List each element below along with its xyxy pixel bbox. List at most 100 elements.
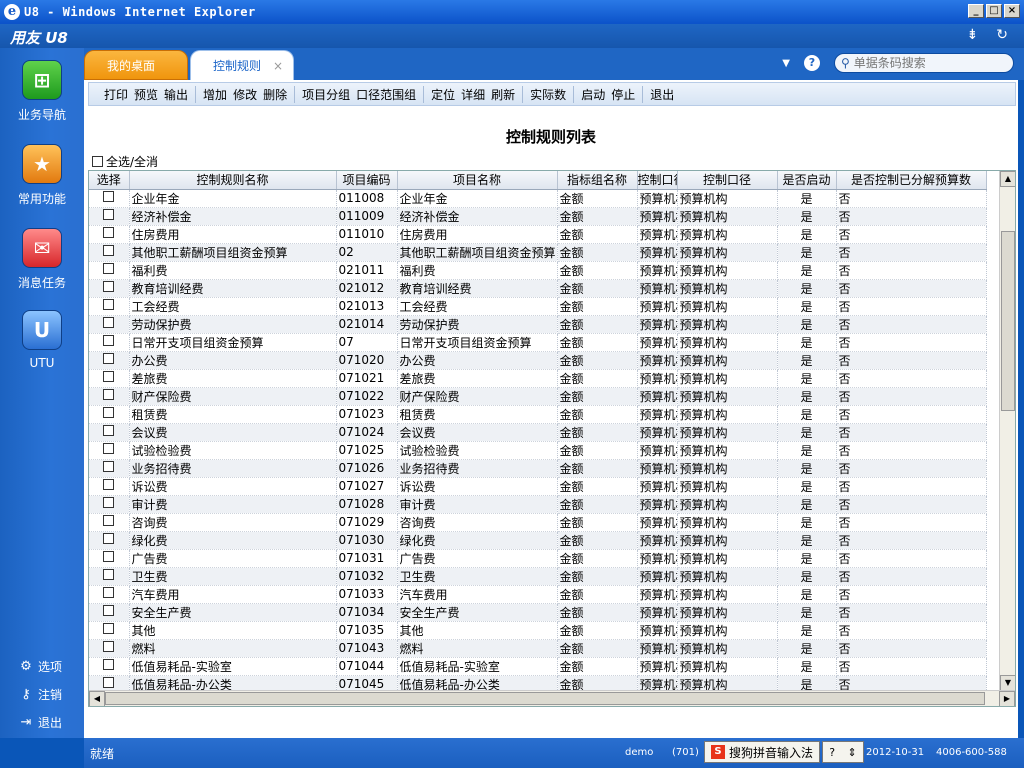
toolbar-button[interactable]: 停止 bbox=[611, 86, 635, 103]
row-checkbox[interactable] bbox=[103, 497, 115, 508]
row-checkbox[interactable] bbox=[103, 299, 115, 310]
sidebar-item-utu[interactable]: U UTU bbox=[0, 310, 84, 370]
close-tab-icon[interactable]: × bbox=[273, 51, 283, 81]
row-checkbox[interactable] bbox=[103, 461, 115, 472]
toolbar-button[interactable]: 增加 bbox=[203, 86, 227, 103]
column-header[interactable]: 控制规则名称 bbox=[129, 171, 337, 190]
column-header[interactable]: 是否控制已分解预算数 bbox=[836, 171, 987, 190]
table-row[interactable]: 劳动保护费021014劳动保护费金额预算机构预算机构是否 bbox=[89, 315, 987, 334]
row-checkbox[interactable] bbox=[103, 587, 115, 598]
column-header[interactable]: 指标组名称 bbox=[557, 171, 638, 190]
sidebar-item-common-functions[interactable]: ★ 常用功能 bbox=[0, 144, 84, 207]
table-row[interactable]: 工会经费021013工会经费金额预算机构预算机构是否 bbox=[89, 297, 987, 316]
vertical-scrollbar[interactable]: ▲ ▼ bbox=[999, 171, 1015, 691]
row-checkbox[interactable] bbox=[103, 371, 115, 382]
row-checkbox[interactable] bbox=[103, 533, 115, 544]
toolbar-button[interactable]: 退出 bbox=[650, 86, 674, 103]
maximize-button[interactable]: □ bbox=[986, 4, 1002, 18]
ime-indicator[interactable]: S 搜狗拼音输入法 bbox=[704, 741, 821, 763]
help-icon[interactable]: ? bbox=[829, 746, 835, 759]
scroll-left-icon[interactable]: ◀ bbox=[89, 691, 105, 706]
spin-arrows-icon[interactable]: ⇕ bbox=[848, 746, 857, 759]
table-row[interactable]: 业务招待费071026业务招待费金额预算机构预算机构是否 bbox=[89, 459, 987, 478]
row-checkbox[interactable] bbox=[103, 353, 115, 364]
table-row[interactable]: 低值易耗品-实验室071044低值易耗品-实验室金额预算机构预算机构是否 bbox=[89, 657, 987, 676]
row-checkbox[interactable] bbox=[103, 659, 115, 670]
sidebar-item-business-nav[interactable]: ⊞ 业务导航 bbox=[0, 60, 84, 123]
exit-button[interactable]: ⇥ 退出 bbox=[18, 714, 62, 731]
select-all-checkbox[interactable]: 全选/全消 bbox=[92, 153, 158, 170]
table-row[interactable]: 其他071035其他金额预算机构预算机构是否 bbox=[89, 621, 987, 640]
table-row[interactable]: 咨询费071029咨询费金额预算机构预算机构是否 bbox=[89, 513, 987, 532]
table-row[interactable]: 卫生费071032卫生费金额预算机构预算机构是否 bbox=[89, 567, 987, 586]
minimize-button[interactable]: _ bbox=[968, 4, 984, 18]
scroll-thumb[interactable] bbox=[1001, 231, 1015, 411]
checkbox[interactable] bbox=[92, 156, 103, 167]
table-row[interactable]: 燃料071043燃料金额预算机构预算机构是否 bbox=[89, 639, 987, 658]
row-checkbox[interactable] bbox=[103, 317, 115, 328]
table-row[interactable]: 试验检验费071025试验检验费金额预算机构预算机构是否 bbox=[89, 441, 987, 460]
table-row[interactable]: 办公费071020办公费金额预算机构预算机构是否 bbox=[89, 351, 987, 370]
toolbar-button[interactable]: 启动 bbox=[581, 86, 605, 103]
horizontal-scrollbar[interactable]: ◀ ▶ bbox=[89, 690, 1015, 706]
toolbar-button[interactable]: 预览 bbox=[134, 86, 158, 103]
tab-control-rules[interactable]: 控制规则 × bbox=[190, 50, 294, 80]
row-checkbox[interactable] bbox=[103, 641, 115, 652]
toolbar-button[interactable]: 修改 bbox=[233, 86, 257, 103]
row-checkbox[interactable] bbox=[103, 407, 115, 418]
scroll-up-icon[interactable]: ▲ bbox=[1000, 171, 1015, 187]
options-button[interactable]: ⚙ 选项 bbox=[18, 658, 62, 675]
tab-dropdown-icon[interactable]: ▼ bbox=[782, 58, 790, 69]
row-checkbox[interactable] bbox=[103, 623, 115, 634]
table-row[interactable]: 日常开支项目组资金预算07日常开支项目组资金预算金额预算机构预算机构是否 bbox=[89, 333, 987, 352]
barcode-search[interactable]: ⚲ bbox=[834, 53, 1014, 73]
toolbar-button[interactable]: 口径范围组 bbox=[356, 86, 416, 103]
tab-my-desktop[interactable]: 我的桌面 bbox=[84, 50, 188, 80]
table-row[interactable]: 汽车费用071033汽车费用金额预算机构预算机构是否 bbox=[89, 585, 987, 604]
table-row[interactable]: 租赁费071023租赁费金额预算机构预算机构是否 bbox=[89, 405, 987, 424]
column-header[interactable]: 是否启动 bbox=[777, 171, 837, 190]
close-button[interactable]: × bbox=[1004, 4, 1020, 18]
table-row[interactable]: 诉讼费071027诉讼费金额预算机构预算机构是否 bbox=[89, 477, 987, 496]
ime-options[interactable]: ? ⇕ bbox=[822, 741, 864, 763]
table-row[interactable]: 其他职工薪酬项目组资金预算02其他职工薪酬项目组资金预算金额预算机构预算机构是否 bbox=[89, 243, 987, 262]
column-header[interactable]: 项目名称 bbox=[397, 171, 558, 190]
toolbar-button[interactable]: 实际数 bbox=[530, 86, 566, 103]
help-icon[interactable]: ? bbox=[804, 55, 820, 71]
toolbar-button[interactable]: 项目分组 bbox=[302, 86, 350, 103]
row-checkbox[interactable] bbox=[103, 425, 115, 436]
column-header[interactable]: 控制口径 bbox=[637, 171, 678, 190]
row-checkbox[interactable] bbox=[103, 515, 115, 526]
dropdown-menu-icon[interactable]: ⇟ bbox=[967, 27, 979, 43]
toolbar-button[interactable]: 删除 bbox=[263, 86, 287, 103]
table-row[interactable]: 差旅费071021差旅费金额预算机构预算机构是否 bbox=[89, 369, 987, 388]
row-checkbox[interactable] bbox=[103, 443, 115, 454]
sidebar-item-messages[interactable]: ✉ 消息任务 bbox=[0, 228, 84, 291]
table-row[interactable]: 会议费071024会议费金额预算机构预算机构是否 bbox=[89, 423, 987, 442]
row-checkbox[interactable] bbox=[103, 605, 115, 616]
row-checkbox[interactable] bbox=[103, 245, 115, 256]
scroll-right-icon[interactable]: ▶ bbox=[999, 691, 1015, 706]
table-row[interactable]: 财产保险费071022财产保险费金额预算机构预算机构是否 bbox=[89, 387, 987, 406]
toolbar-button[interactable]: 输出 bbox=[164, 86, 188, 103]
toolbar-button[interactable]: 刷新 bbox=[491, 86, 515, 103]
row-checkbox[interactable] bbox=[103, 227, 115, 238]
row-checkbox[interactable] bbox=[103, 335, 115, 346]
table-row[interactable]: 教育培训经费021012教育培训经费金额预算机构预算机构是否 bbox=[89, 279, 987, 298]
toolbar-button[interactable]: 定位 bbox=[431, 86, 455, 103]
table-row[interactable]: 广告费071031广告费金额预算机构预算机构是否 bbox=[89, 549, 987, 568]
toolbar-button[interactable]: 详细 bbox=[461, 86, 485, 103]
table-row[interactable]: 住房费用011010住房费用金额预算机构预算机构是否 bbox=[89, 225, 987, 244]
table-row[interactable]: 安全生产费071034安全生产费金额预算机构预算机构是否 bbox=[89, 603, 987, 622]
refresh-icon[interactable]: ↻ bbox=[996, 27, 1008, 43]
logout-button[interactable]: ⚷ 注销 bbox=[18, 686, 62, 703]
row-checkbox[interactable] bbox=[103, 263, 115, 274]
table-row[interactable]: 经济补偿金011009经济补偿金金额预算机构预算机构是否 bbox=[89, 207, 987, 226]
row-checkbox[interactable] bbox=[103, 191, 115, 202]
search-input[interactable] bbox=[853, 56, 1004, 70]
row-checkbox[interactable] bbox=[103, 389, 115, 400]
column-header[interactable]: 控制口径 bbox=[677, 171, 778, 190]
row-checkbox[interactable] bbox=[103, 281, 115, 292]
column-header[interactable]: 选择 bbox=[89, 171, 130, 190]
row-checkbox[interactable] bbox=[103, 551, 115, 562]
